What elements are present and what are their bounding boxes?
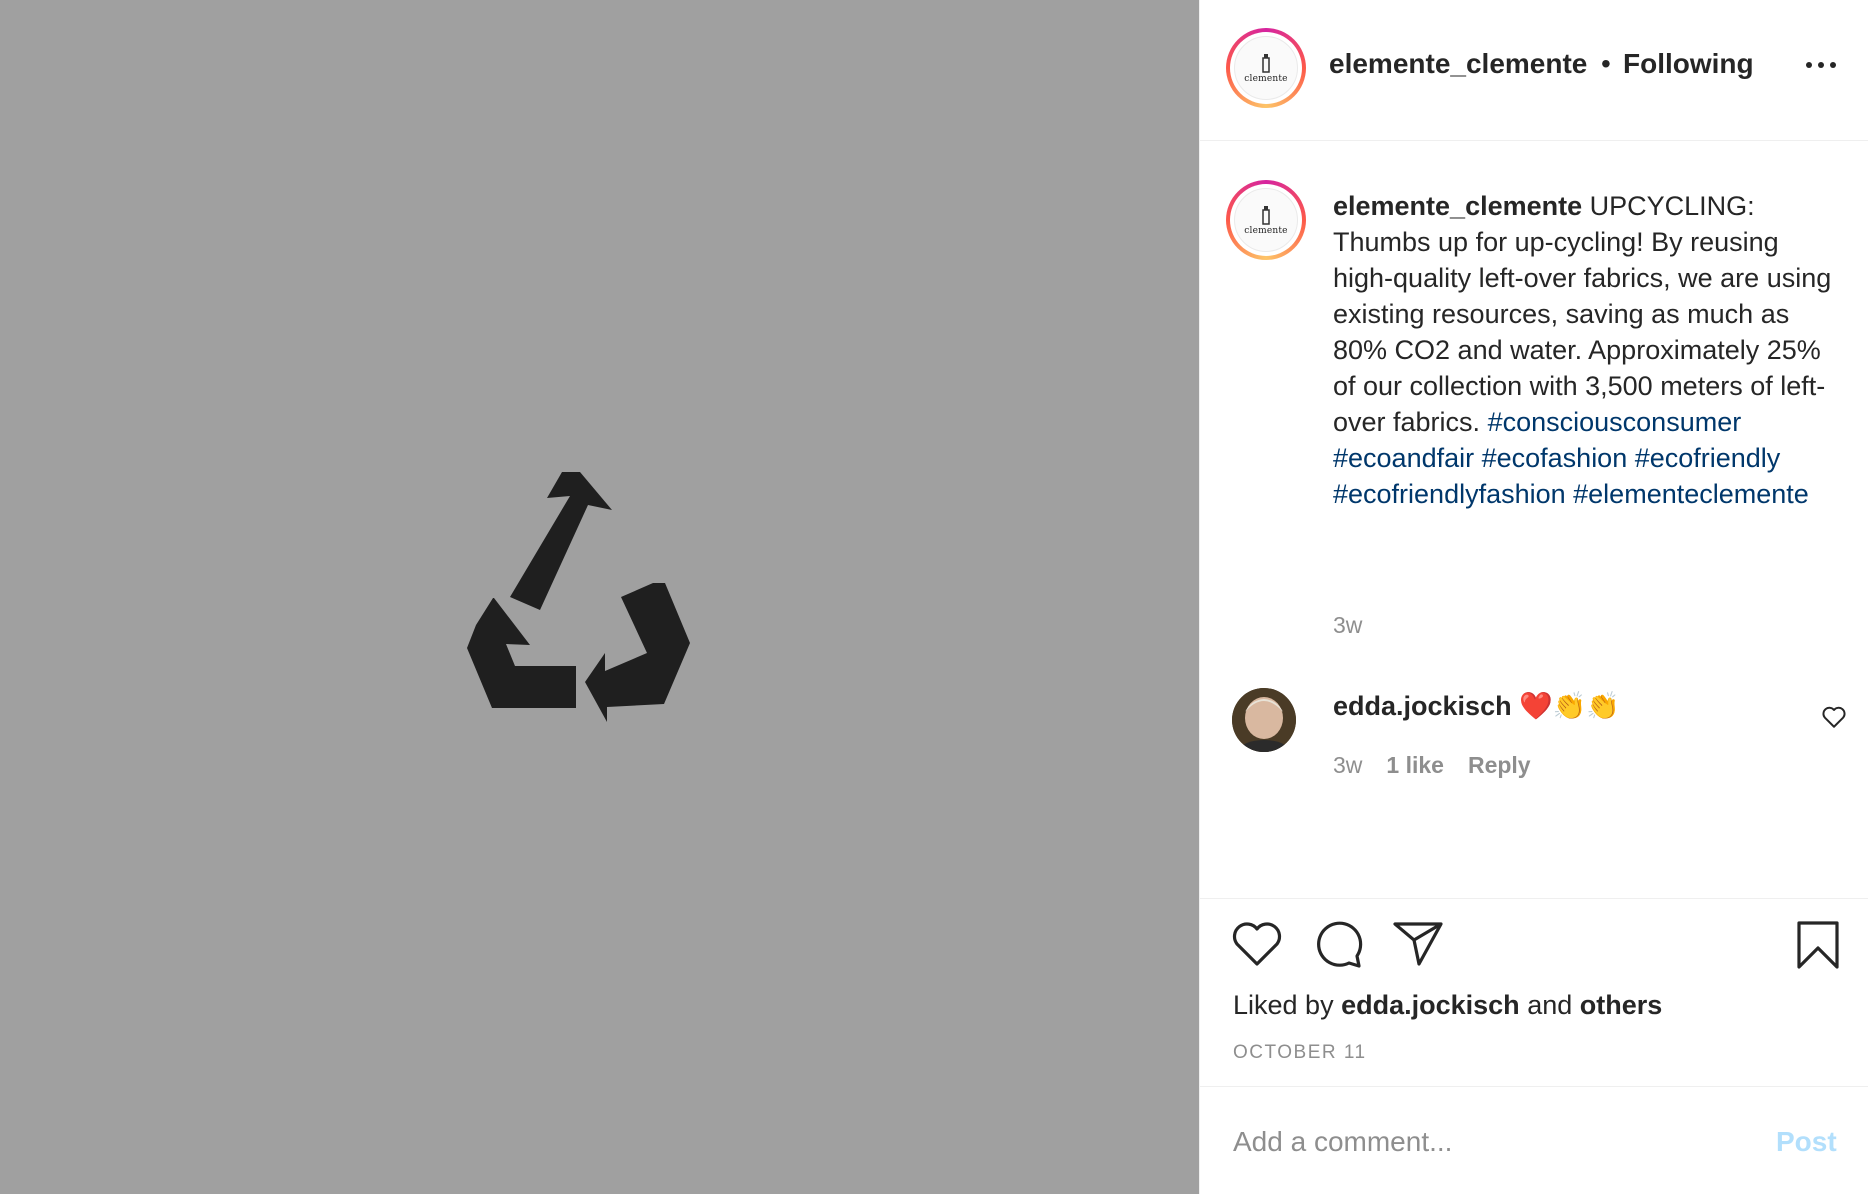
comment-likes[interactable]: 1 like bbox=[1386, 752, 1444, 779]
paper-plane-icon[interactable] bbox=[1392, 920, 1444, 968]
comment-icon[interactable] bbox=[1312, 920, 1364, 970]
more-icon[interactable] bbox=[1806, 62, 1836, 70]
post-date[interactable]: OCTOBER 11 bbox=[1233, 1042, 1367, 1064]
header-divider bbox=[1199, 140, 1868, 141]
commenter-avatar[interactable] bbox=[1232, 688, 1296, 752]
liked-by-prefix: Liked by bbox=[1233, 990, 1334, 1020]
comment-reply-button[interactable]: Reply bbox=[1468, 752, 1531, 779]
post-comment-button[interactable]: Post bbox=[1776, 1126, 1837, 1158]
following-button[interactable]: Following bbox=[1623, 48, 1754, 80]
header-username[interactable]: elemente_clemente bbox=[1329, 48, 1587, 80]
avatar-photo bbox=[1232, 688, 1296, 752]
comment-box-divider bbox=[1199, 1086, 1868, 1087]
heart-icon[interactable] bbox=[1231, 920, 1283, 968]
liked-by-user[interactable]: edda.jockisch bbox=[1341, 990, 1520, 1020]
actions-divider bbox=[1199, 898, 1868, 899]
post-caption: elemente_clemente UPCYCLING: Thumbs up f… bbox=[1333, 188, 1833, 512]
add-comment-input[interactable] bbox=[1233, 1126, 1733, 1158]
recycle-icon bbox=[467, 472, 690, 722]
comment-content: ❤️👏👏 bbox=[1519, 691, 1620, 721]
caption-timestamp[interactable]: 3w bbox=[1333, 612, 1362, 639]
caption-avatar[interactable]: clemente bbox=[1226, 180, 1306, 260]
liked-by-conjunction: and bbox=[1527, 990, 1573, 1020]
liked-by-line: Liked by edda.jockisch and others bbox=[1233, 990, 1662, 1021]
comment-username[interactable]: edda.jockisch bbox=[1333, 691, 1512, 721]
bookmark-icon[interactable] bbox=[1795, 920, 1841, 970]
comment-item: edda.jockisch ❤️👏👏 bbox=[1333, 690, 1620, 722]
comment-meta: 3w 1 like Reply bbox=[1333, 752, 1531, 779]
caption-text: UPCYCLING: Thumbs up for up-cycling! By … bbox=[1333, 191, 1832, 437]
comment-heart-icon[interactable] bbox=[1821, 705, 1847, 729]
caption-username[interactable]: elemente_clemente bbox=[1333, 191, 1582, 221]
liked-by-others[interactable]: others bbox=[1580, 990, 1663, 1020]
instagram-post-view: clemente elemente_clemente • Following c… bbox=[0, 0, 1868, 1194]
brand-logo: clemente bbox=[1234, 188, 1298, 252]
follow-separator: • bbox=[1601, 48, 1611, 79]
post-media[interactable] bbox=[0, 0, 1199, 1194]
brand-logo: clemente bbox=[1234, 36, 1298, 100]
comment-timestamp[interactable]: 3w bbox=[1333, 752, 1362, 779]
tower-icon bbox=[1262, 205, 1270, 225]
tower-icon bbox=[1262, 53, 1270, 73]
author-avatar[interactable]: clemente bbox=[1226, 28, 1306, 108]
